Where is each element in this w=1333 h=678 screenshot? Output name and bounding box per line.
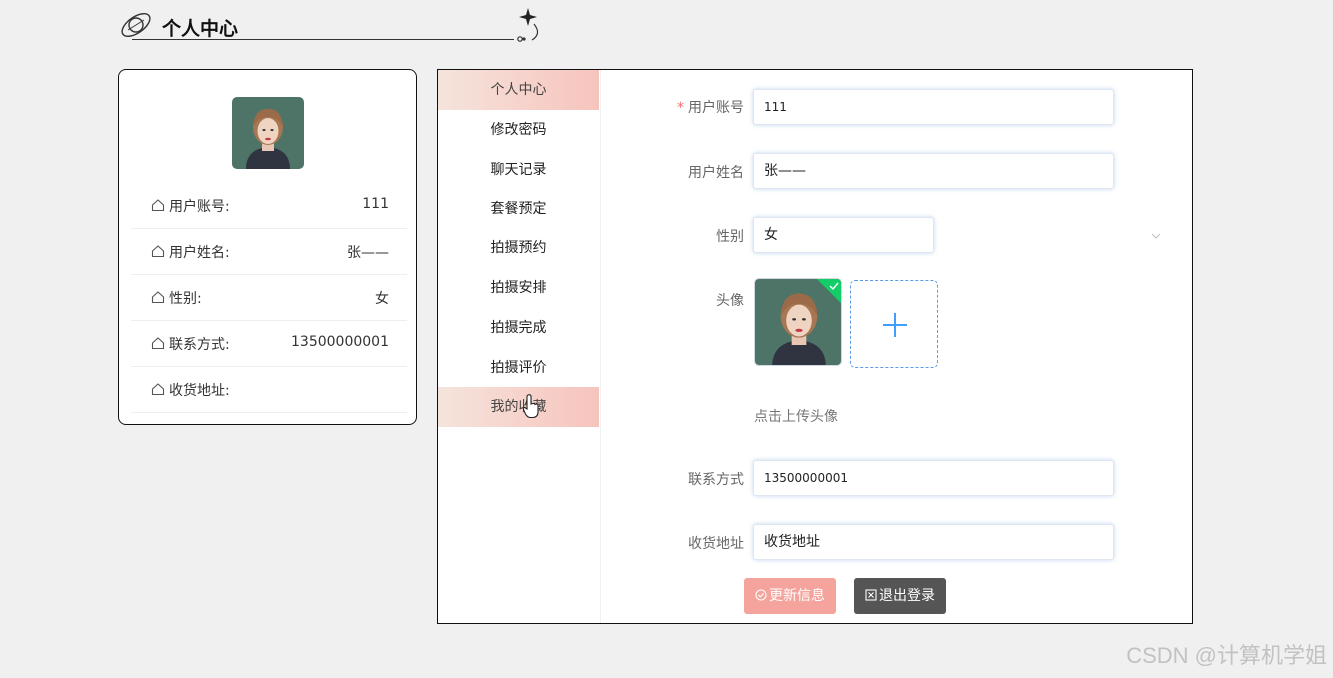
account-label-text: 用户账号: [688, 100, 744, 116]
profile-value: 111: [362, 196, 389, 212]
close-square-icon: [865, 589, 877, 601]
update-info-label: 更新信息: [769, 588, 825, 604]
menu-item-change-password[interactable]: 修改密码: [438, 110, 599, 150]
account-label: * 用户账号: [624, 97, 744, 117]
profile-label: 收货地址:: [169, 383, 230, 399]
home-icon: [151, 383, 165, 396]
menu-item-shoot-complete[interactable]: 拍摄完成: [438, 308, 599, 348]
uploaded-avatar-thumb[interactable]: [754, 278, 842, 366]
menu-item-shoot-review[interactable]: 拍摄评价: [438, 348, 599, 388]
menu-item-profile[interactable]: 个人中心: [438, 70, 599, 110]
menu-item-package-booking[interactable]: 套餐预定: [438, 189, 599, 229]
home-icon: [151, 199, 165, 212]
page-title: 个人中心: [162, 18, 239, 40]
upload-avatar-button[interactable]: [850, 280, 938, 368]
home-icon: [151, 291, 165, 304]
profile-row-account: 用户账号: 111: [131, 183, 407, 229]
name-label: 用户姓名: [688, 165, 744, 181]
plus-icon: [883, 313, 907, 337]
check-icon: [829, 282, 839, 291]
gender-label: 性别: [716, 229, 744, 245]
name-input[interactable]: 张——: [753, 153, 1114, 189]
page-header: 个人中心: [118, 6, 548, 46]
profile-row-phone: 联系方式: 13500000001: [131, 321, 407, 367]
chevron-down-icon[interactable]: [1150, 230, 1162, 242]
profile-value: 13500000001: [291, 334, 389, 350]
avatar: [232, 97, 304, 169]
check-circle-icon: [755, 589, 767, 601]
profile-label: 联系方式:: [169, 337, 230, 353]
menu-item-chat-history[interactable]: 聊天记录: [438, 150, 599, 190]
planet-icon: [121, 13, 151, 37]
phone-label: 联系方式: [688, 472, 744, 488]
menu-item-shoot-appointment[interactable]: 拍摄预约: [438, 228, 599, 268]
menu-item-shoot-schedule[interactable]: 拍摄安排: [438, 268, 599, 308]
update-info-button[interactable]: 更新信息: [744, 578, 836, 614]
logout-label: 退出登录: [879, 588, 935, 604]
profile-label: 用户姓名:: [169, 245, 230, 261]
profile-label: 用户账号:: [169, 199, 230, 215]
main-panel: 个人中心 修改密码 聊天记录 套餐预定 拍摄预约 拍摄安排 拍摄完成 拍摄评价 …: [437, 69, 1193, 624]
profile-card: 用户账号: 111 用户姓名: 张—— 性别: 女 联系方式: 13500000…: [118, 69, 417, 425]
gender-select[interactable]: 女: [753, 217, 934, 253]
address-input[interactable]: 收货地址: [753, 524, 1114, 560]
avatar-label: 头像: [716, 293, 744, 309]
home-icon: [151, 245, 165, 258]
profile-row-address: 收货地址:: [131, 367, 407, 413]
profile-value: 女: [375, 291, 389, 307]
logout-button[interactable]: 退出登录: [854, 578, 946, 614]
phone-input[interactable]: 13500000001: [753, 460, 1114, 496]
profile-row-name: 用户姓名: 张——: [131, 229, 407, 275]
profile-value: 张——: [347, 245, 389, 261]
watermark: CSDN @计算机学姐: [1126, 643, 1327, 668]
upload-hint: 点击上传头像: [754, 409, 838, 425]
side-menu: 个人中心 修改密码 聊天记录 套餐预定 拍摄预约 拍摄安排 拍摄完成 拍摄评价 …: [438, 70, 601, 623]
menu-item-favorites[interactable]: 我的收藏: [438, 387, 599, 427]
account-input[interactable]: 111: [753, 89, 1114, 125]
hand-cursor-icon: [522, 394, 539, 419]
home-icon: [151, 337, 165, 350]
address-label: 收货地址: [688, 536, 744, 552]
avatar-portrait-image: [232, 97, 304, 169]
sparkle-icon: [517, 8, 539, 42]
profile-label: 性别:: [169, 291, 202, 307]
profile-row-gender: 性别: 女: [131, 275, 407, 321]
required-mark: *: [677, 100, 684, 116]
title-underline: [132, 39, 514, 40]
